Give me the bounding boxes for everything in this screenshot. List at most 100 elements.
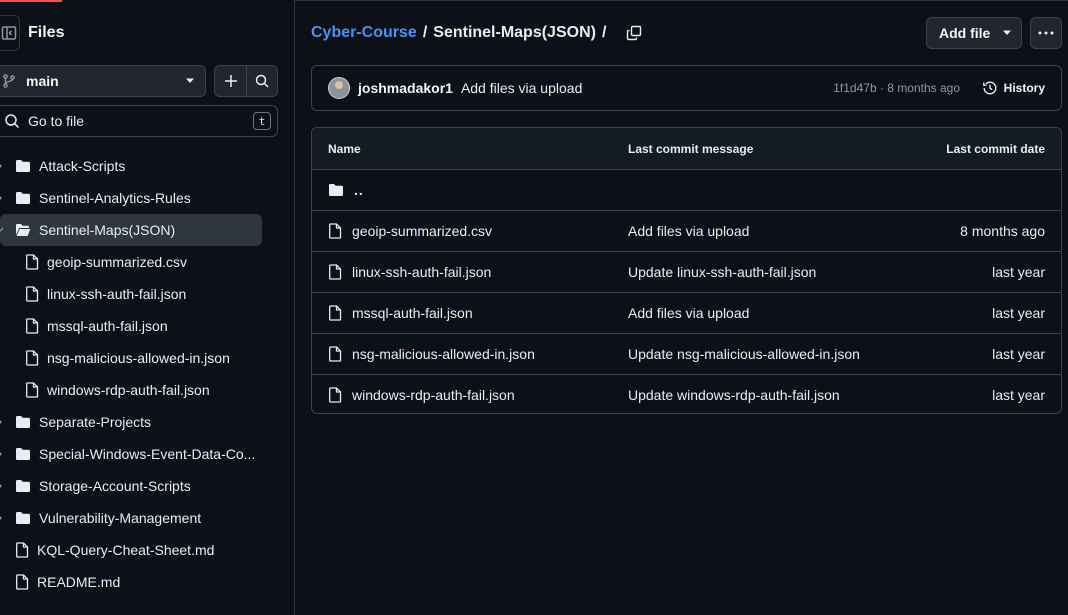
commit-date: 8 months ago	[960, 223, 1045, 239]
chevron-right-icon	[0, 164, 2, 168]
folder-icon	[16, 416, 30, 428]
go-to-file-input[interactable]: Go to file t	[0, 105, 278, 137]
folder-open-icon	[16, 224, 31, 236]
kebab-horizontal-icon	[1038, 31, 1054, 35]
file-icon	[26, 286, 39, 302]
file-name-cell: nsg-malicious-allowed-in.json	[328, 346, 535, 362]
tree-item[interactable]: README.md	[0, 566, 262, 598]
parent-directory-link[interactable]: ..	[354, 182, 364, 198]
search-icon	[255, 74, 269, 88]
parent-directory-cell: ..	[328, 182, 364, 198]
file-icon	[329, 387, 342, 403]
file-icon	[26, 382, 39, 398]
parent-directory-row[interactable]: ..	[312, 169, 1061, 210]
sidebar-title: Files	[28, 24, 65, 41]
commit-author[interactable]: joshmadakor1	[358, 80, 453, 96]
tree-item[interactable]: nsg-malicious-allowed-in.json	[0, 342, 262, 374]
folder-icon	[16, 160, 30, 172]
copy-icon	[627, 25, 642, 41]
top-divider	[295, 0, 1068, 1]
tree-item[interactable]: Separate-Projects	[0, 406, 262, 438]
chevron-right-icon	[0, 420, 2, 424]
latest-commit-box: joshmadakor1 Add files via upload 1f1d47…	[311, 65, 1062, 111]
tree-item-label: Attack-Scripts	[39, 158, 126, 174]
tree-item-label: KQL-Query-Cheat-Sheet.md	[37, 542, 215, 558]
tree-item[interactable]: Sentinel-Analytics-Rules	[0, 182, 262, 214]
breadcrumb-trailing-separator: /	[601, 24, 607, 41]
history-icon	[982, 81, 997, 95]
tree-item[interactable]: mssql-auth-fail.json	[0, 310, 262, 342]
search-tree-button[interactable]	[246, 66, 277, 96]
file-tree-sidebar: Files main Go to file t Attack-Scripts S…	[0, 0, 295, 615]
commit-message-link[interactable]: Update nsg-malicious-allowed-in.json	[628, 346, 860, 362]
tree-item[interactable]: Special-Windows-Event-Data-Co...	[0, 438, 262, 470]
history-button[interactable]: History	[982, 80, 1045, 96]
file-icon	[329, 264, 342, 280]
file-name-link[interactable]: geoip-summarized.csv	[352, 223, 492, 239]
copy-path-button[interactable]	[626, 25, 642, 41]
commit-message[interactable]: Add files via upload	[461, 80, 582, 96]
table-row[interactable]: windows-rdp-auth-fail.json Update windows…	[312, 374, 1061, 413]
commit-message-link[interactable]: Add files via upload	[628, 223, 749, 239]
chevron-right-icon	[0, 516, 2, 520]
branch-row: main	[0, 65, 278, 97]
commit-date: last year	[992, 387, 1045, 403]
file-icon	[16, 542, 29, 558]
breadcrumb-repo-link[interactable]: Cyber-Course	[311, 24, 417, 42]
folder-icon	[16, 448, 30, 460]
more-options-button[interactable]	[1030, 17, 1062, 49]
tree-item[interactable]: Vulnerability-Management	[0, 502, 262, 534]
tree-item-label: Special-Windows-Event-Data-Co...	[39, 446, 256, 462]
tree-item-label: Vulnerability-Management	[39, 510, 202, 526]
commit-meta[interactable]: 1f1d47b · 8 months ago	[833, 81, 960, 95]
table-row[interactable]: mssql-auth-fail.json Add files via upload…	[312, 292, 1061, 333]
search-icon	[5, 114, 20, 129]
tree-item-label: Separate-Projects	[39, 414, 152, 430]
table-row[interactable]: linux-ssh-auth-fail.json Update linux-ssh…	[312, 251, 1061, 292]
tree-item[interactable]: geoip-summarized.csv	[0, 246, 262, 278]
folder-icon	[16, 512, 30, 524]
tree-item[interactable]: linux-ssh-auth-fail.json	[0, 278, 262, 310]
caret-down-icon	[1003, 30, 1012, 35]
commit-message-link[interactable]: Add files via upload	[628, 305, 749, 321]
avatar[interactable]	[328, 77, 350, 99]
tree-item-label: Sentinel-Maps(JSON)	[39, 222, 176, 238]
folder-icon	[16, 480, 30, 492]
chevron-right-icon	[0, 452, 2, 456]
file-name-link[interactable]: windows-rdp-auth-fail.json	[352, 387, 515, 403]
file-name-cell: geoip-summarized.csv	[328, 223, 492, 239]
tree-actions-group	[214, 65, 278, 97]
file-icon	[26, 254, 39, 270]
tree-item[interactable]: Storage-Account-Scripts	[0, 470, 262, 502]
chevron-right-icon	[0, 484, 2, 488]
branch-selector-button[interactable]: main	[0, 65, 206, 97]
table-row[interactable]: geoip-summarized.csv Add files via upload…	[312, 210, 1061, 251]
folder-icon	[329, 184, 343, 196]
file-icon	[329, 305, 342, 321]
file-name-link[interactable]: linux-ssh-auth-fail.json	[352, 264, 491, 280]
column-header-name: Name	[328, 141, 361, 156]
commit-message-link[interactable]: Update windows-rdp-auth-fail.json	[628, 387, 840, 403]
sidebar-toggle-button[interactable]	[0, 15, 20, 51]
commit-message-link[interactable]: Update linux-ssh-auth-fail.json	[628, 264, 816, 280]
file-icon	[26, 318, 39, 334]
file-icon	[16, 574, 29, 590]
commit-date: last year	[992, 264, 1045, 280]
git-branch-icon	[3, 74, 15, 88]
tree-item[interactable]: windows-rdp-auth-fail.json	[0, 374, 262, 406]
file-name-link[interactable]: nsg-malicious-allowed-in.json	[352, 346, 535, 362]
table-header-row: Name Last commit message Last commit dat…	[312, 128, 1061, 169]
tree-item[interactable]: Attack-Scripts	[0, 150, 262, 182]
table-row[interactable]: nsg-malicious-allowed-in.json Update nsg-…	[312, 333, 1061, 374]
tree-item-label: Sentinel-Analytics-Rules	[39, 190, 191, 206]
tree-item[interactable]: Sentinel-Maps(JSON)	[0, 214, 262, 246]
file-name-link[interactable]: mssql-auth-fail.json	[352, 305, 473, 321]
add-file-tree-button[interactable]	[215, 66, 246, 96]
tree-item[interactable]: KQL-Query-Cheat-Sheet.md	[0, 534, 262, 566]
column-header-date: Last commit date	[946, 141, 1045, 156]
add-file-button[interactable]: Add file	[926, 17, 1022, 49]
tree-item-label: windows-rdp-auth-fail.json	[47, 382, 210, 398]
column-header-message: Last commit message	[628, 141, 754, 156]
breadcrumb: Cyber-Course / Sentinel-Maps(JSON) /	[311, 22, 642, 44]
file-name-cell: mssql-auth-fail.json	[328, 305, 473, 321]
